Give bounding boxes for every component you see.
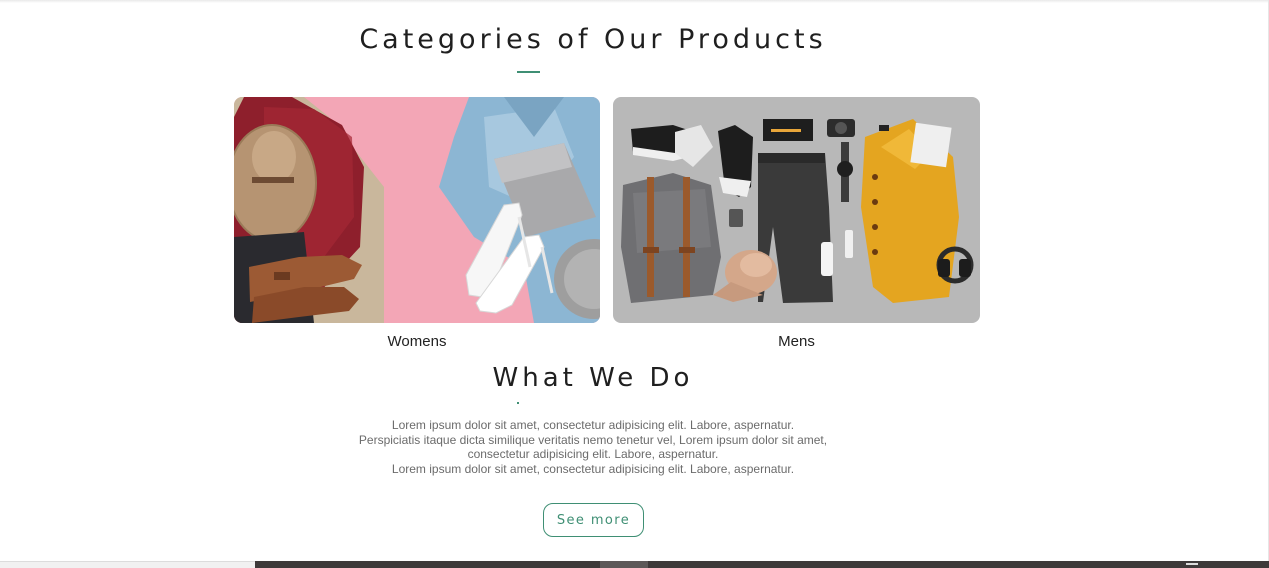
footer-bar <box>255 561 1269 568</box>
footer-edge-left <box>0 561 255 568</box>
about-description: Lorem ipsum dolor sit amet, consectetur … <box>340 418 846 476</box>
categories-title: Categories of Our Products <box>359 24 827 55</box>
mens-category-card[interactable] <box>613 97 980 323</box>
womens-category-card[interactable] <box>234 97 600 323</box>
about-line: consectetur adipisicing elit. Labore, as… <box>467 447 719 461</box>
see-more-button[interactable]: See more <box>543 503 644 537</box>
footer-bar-highlight <box>600 561 648 568</box>
about-line: Lorem ipsum dolor sit amet, consectetur … <box>391 461 795 476</box>
mens-category-label[interactable]: Mens <box>613 333 980 350</box>
about-line: Lorem ipsum dolor sit amet, consectetur … <box>391 418 795 432</box>
womens-category-label[interactable]: Womens <box>234 333 600 350</box>
about-line: Perspiciatis itaque dicta similique veri… <box>358 432 828 447</box>
about-title-underline <box>517 402 519 404</box>
page-top-shadow <box>0 0 1269 3</box>
mens-category-image <box>613 97 980 323</box>
womens-category-image <box>234 97 600 323</box>
footer-text-fragment <box>1186 563 1198 565</box>
categories-title-underline <box>517 71 540 73</box>
about-title: What We Do <box>492 363 694 393</box>
